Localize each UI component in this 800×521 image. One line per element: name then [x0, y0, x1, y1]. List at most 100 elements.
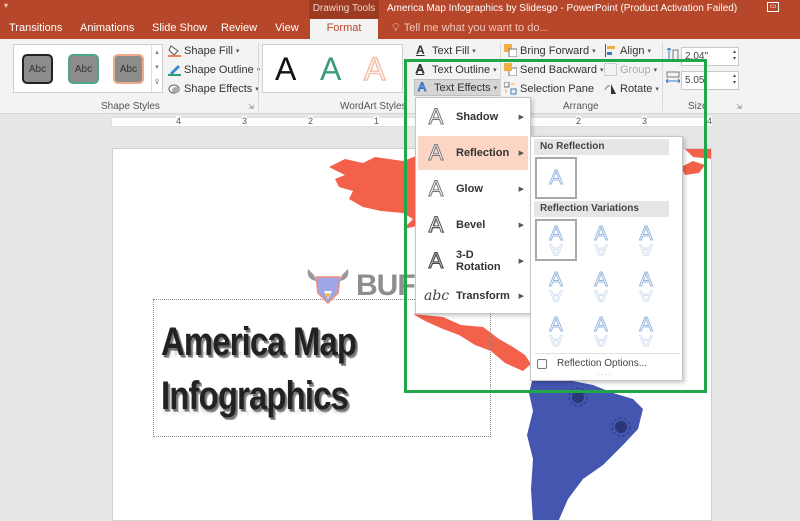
text-effects-icon: A: [418, 80, 427, 94]
tell-me-search[interactable]: 💡︎ Tell me what you want to do...: [392, 22, 549, 35]
shape-width-input[interactable]: 5.05 ▴ ▾: [681, 71, 739, 90]
reflection-variation-option[interactable]: AA: [580, 310, 622, 352]
restore-window-icon[interactable]: ▭: [767, 2, 779, 12]
dropdown-arrow-icon: ▾: [647, 47, 651, 55]
reflection-variation-option[interactable]: AA: [625, 310, 667, 352]
submenu-arrow-icon: ▶: [518, 186, 524, 193]
submenu-arrow-icon: ▶: [518, 222, 524, 229]
reflection-options-button[interactable]: Reflection Options...: [537, 358, 647, 369]
group-button[interactable]: Group ▾: [604, 61, 657, 78]
bring-forward-button[interactable]: Bring Forward ▾: [504, 42, 596, 59]
text-fill-button[interactable]: A Text Fill ▾: [416, 42, 476, 59]
scroll-down-icon[interactable]: ▾: [152, 60, 162, 75]
ruler-ticks: [112, 122, 710, 124]
reflection-variation-option[interactable]: AA: [625, 219, 667, 261]
customize-quick-access-icon[interactable]: ▾: [4, 1, 8, 10]
menu-divider: [534, 353, 680, 354]
tab-review[interactable]: Review: [221, 22, 257, 34]
dialog-launcher-icon[interactable]: ⇲: [736, 103, 742, 111]
scroll-up-icon[interactable]: ▴: [152, 45, 162, 60]
send-backward-button[interactable]: Send Backward ▾: [504, 61, 604, 78]
text-outline-button[interactable]: A Text Outline ▾: [416, 61, 497, 78]
menu-item-bevel[interactable]: A Bevel ▶: [418, 208, 528, 242]
reflection-mirror-icon: A: [639, 290, 653, 302]
shape-width-icon: [665, 71, 681, 87]
resize-grip-icon[interactable]: ····: [597, 371, 612, 379]
gallery-more-icon[interactable]: ⊽: [152, 75, 162, 90]
menu-item-label: Transform: [456, 290, 510, 302]
menu-item-label: Bevel: [456, 219, 486, 231]
tab-view[interactable]: View: [275, 22, 299, 34]
menu-item-glow[interactable]: A Glow ▶: [418, 172, 528, 206]
reflection-submenu: No Reflection A Reflection Variations AA…: [530, 136, 683, 381]
transform-effect-icon: abc: [424, 288, 450, 304]
text-effects-button[interactable]: A Text Effects ▾: [414, 79, 502, 96]
reflection-preview-icon: A: [639, 314, 653, 336]
shape-style-option[interactable]: Abc: [113, 54, 144, 84]
shape-effects-button[interactable]: Shape Effects▾: [168, 80, 259, 97]
menu-item-label: Glow: [456, 183, 483, 195]
reflection-mirror-icon: A: [639, 335, 653, 347]
reflection-variation-option[interactable]: AA: [580, 265, 622, 307]
reflection-preview-icon: A: [549, 314, 563, 336]
dialog-launcher-icon[interactable]: ⇲: [248, 103, 254, 111]
reflection-mirror-icon: A: [639, 244, 653, 256]
reflection-variation-option[interactable]: AA: [535, 219, 577, 261]
tab-slide-show[interactable]: Slide Show: [152, 22, 207, 34]
send-backward-label: Send Backward: [520, 63, 598, 76]
shape-style-option[interactable]: Abc: [68, 54, 99, 84]
reflection-mirror-icon: A: [594, 335, 608, 347]
wordart-styles-gallery: A A A: [262, 44, 403, 93]
wordart-style-option[interactable]: A: [275, 51, 296, 88]
menu-item-reflection[interactable]: A Reflection ▶: [418, 136, 528, 170]
shape-style-option[interactable]: Abc: [22, 54, 53, 84]
height-spinner[interactable]: ▴ ▾: [733, 49, 736, 63]
no-reflection-option[interactable]: A: [535, 157, 577, 199]
reflection-preview-icon: A: [549, 223, 563, 245]
tab-format[interactable]: Format: [310, 19, 378, 39]
ruler-label: 4: [176, 116, 182, 126]
rotate-button[interactable]: Rotate ▾: [604, 80, 659, 97]
horizontal-ruler[interactable]: 4 3 2 1 1 2 3 4: [111, 116, 713, 127]
menu-item-3d-rotation[interactable]: A 3-D Rotation ▶: [418, 244, 528, 278]
selection-pane-icon: [503, 81, 517, 95]
wordart-style-option[interactable]: A: [320, 51, 341, 88]
gallery-scroll[interactable]: ▴ ▾ ⊽: [151, 45, 162, 92]
shape-fill-button[interactable]: Shape Fill ▾: [168, 42, 239, 59]
reflection-variation-option[interactable]: AA: [535, 265, 577, 307]
reflection-preview-icon: A: [639, 269, 653, 291]
slide-title-reflection-2: Infographics: [161, 401, 348, 429]
reflection-variation-option[interactable]: AA: [535, 310, 577, 352]
menu-item-shadow[interactable]: A Shadow ▶: [418, 100, 528, 134]
paint-bucket-icon: [168, 44, 181, 57]
ruler-label: 3: [642, 116, 648, 126]
menu-item-transform[interactable]: abc Transform ▶: [418, 279, 528, 313]
group-label-size: Size: [688, 101, 708, 112]
tab-transitions[interactable]: Transitions: [9, 22, 62, 34]
menu-item-label: Reflection: [456, 147, 510, 159]
width-spinner[interactable]: ▴ ▾: [733, 73, 736, 87]
group-separator: [258, 43, 259, 111]
ruler-label: 2: [576, 116, 582, 126]
shape-height-input[interactable]: 2.04" ▴ ▾: [681, 47, 739, 66]
reflection-preview-icon: A: [639, 223, 653, 245]
text-fill-icon: A: [416, 43, 425, 57]
shape-outline-button[interactable]: Shape Outline▾: [168, 61, 260, 78]
reflection-mirror-icon: A: [594, 290, 608, 302]
reflection-variation-option[interactable]: AA: [580, 219, 622, 261]
dropdown-arrow-icon: ▾: [235, 47, 240, 55]
reflection-variation-option[interactable]: AA: [625, 265, 667, 307]
ruler-label: 3: [242, 116, 248, 126]
title-text-box[interactable]: America Map America Map Infographics Inf…: [153, 299, 491, 437]
tab-animations[interactable]: Animations: [80, 22, 134, 34]
ruler-label: 2: [308, 116, 314, 126]
shape-width-value: 5.05: [685, 75, 705, 86]
selection-pane-button[interactable]: Selection Pane: [503, 80, 594, 97]
rotate-label: Rotate: [620, 82, 653, 95]
shadow-effect-icon: A: [428, 104, 444, 130]
align-button[interactable]: Align ▾: [604, 42, 651, 59]
wordart-style-option[interactable]: A: [363, 50, 386, 88]
text-outline-icon: A: [416, 62, 425, 76]
selection-pane-label: Selection Pane: [520, 82, 594, 95]
group-label: Group: [620, 63, 651, 76]
